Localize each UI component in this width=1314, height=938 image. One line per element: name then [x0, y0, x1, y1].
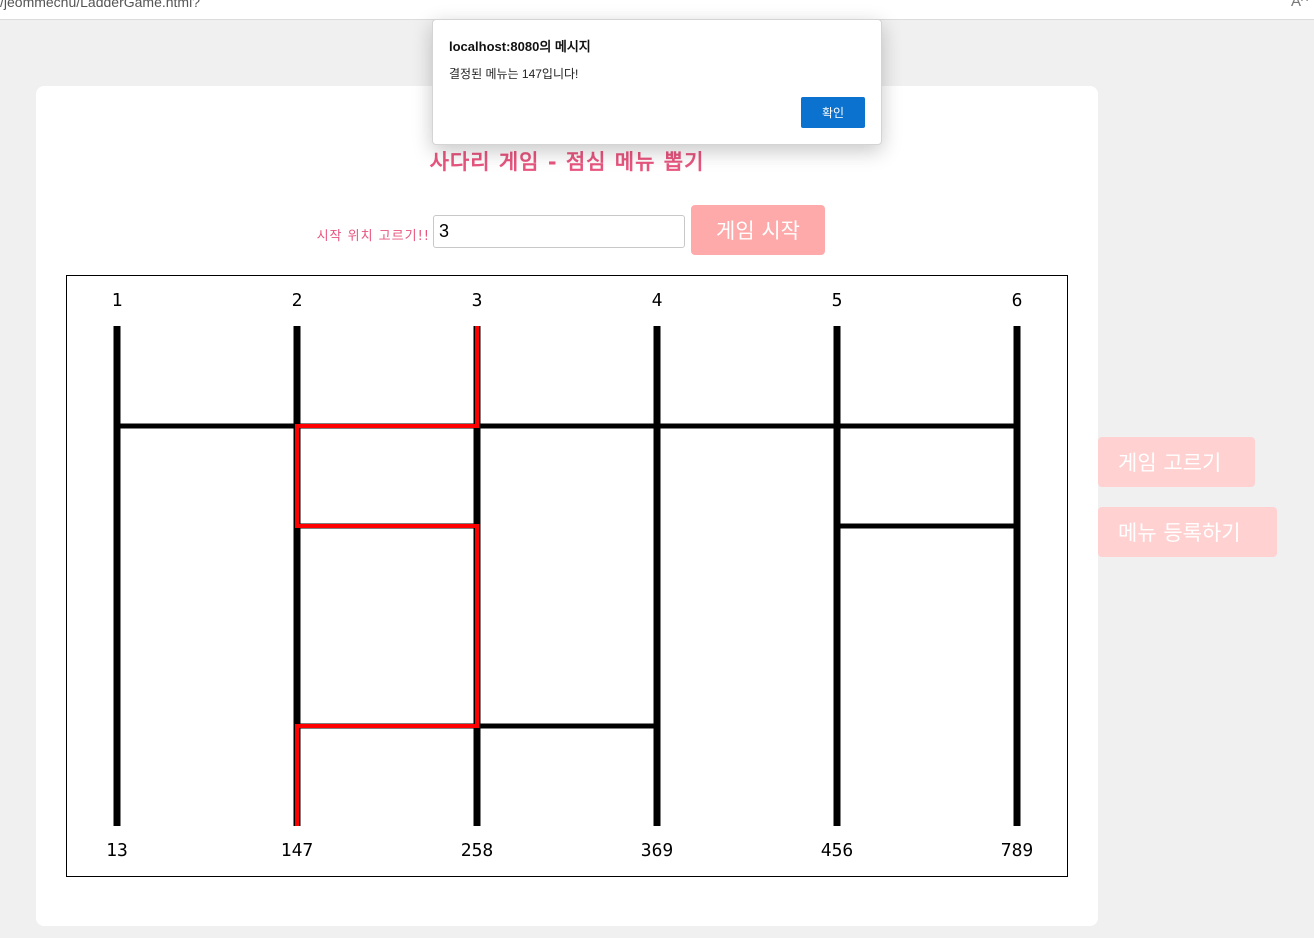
alert-dialog: localhost:8080의 메시지 결정된 메뉴는 147입니다! 확인	[432, 19, 882, 145]
ladder-top-label-5: 5	[832, 290, 843, 311]
start-game-button[interactable]: 게임 시작	[691, 205, 825, 255]
ladder-svg: 1 2 3 4 5 613 147 258 369 456 789	[106, 290, 1034, 861]
ladder-result-label-6: 789	[1001, 840, 1034, 861]
address-bar[interactable]: /jeommechu/LadderGame.html? A^	[0, 0, 1314, 20]
ladder-result-label-4: 369	[641, 840, 674, 861]
url-text[interactable]: /jeommechu/LadderGame.html?	[0, 0, 200, 10]
ladder-top-label-3: 3	[472, 290, 483, 311]
ladder-top-label-6: 6	[1012, 290, 1023, 311]
pick-game-button[interactable]: 게임 고르기	[1098, 437, 1255, 487]
ladder-top-label-1: 1	[112, 290, 123, 311]
start-position-label: 시작 위치 고르기!!	[316, 229, 430, 244]
dialog-title: localhost:8080의 메시지	[449, 39, 591, 54]
ladder-top-label-4: 4	[652, 290, 663, 311]
ladder-result-label-2: 147	[281, 840, 314, 861]
start-position-input[interactable]	[433, 215, 685, 248]
ladder-board: 1 2 3 4 5 6 13 147 258 369 456 789	[66, 275, 1068, 877]
ladder-top-label-2: 2	[292, 290, 303, 311]
selected-path	[295, 326, 479, 826]
page-title: 사다리 게임 - 점심 메뉴 뽑기	[429, 150, 705, 174]
ladder-result-label-5: 456	[821, 840, 854, 861]
ladder-result-label-1: 13	[106, 840, 128, 861]
reader-mode-icon[interactable]: A^	[1291, 0, 1308, 10]
dialog-ok-button[interactable]: 확인	[801, 97, 865, 128]
dialog-message: 결정된 메뉴는 147입니다!	[449, 67, 579, 81]
ladder-result-label-3: 258	[461, 840, 494, 861]
register-menu-button[interactable]: 메뉴 등록하기	[1098, 507, 1277, 557]
